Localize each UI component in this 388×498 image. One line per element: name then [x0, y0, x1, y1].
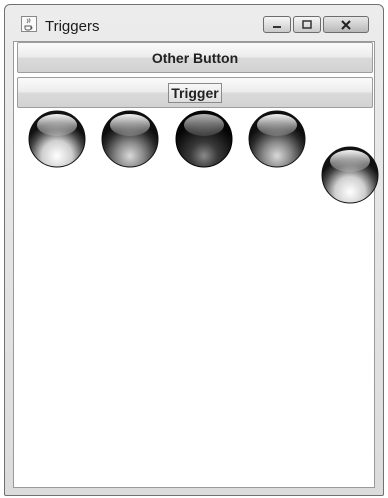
other-button[interactable]: Other Button: [17, 42, 373, 73]
trigger-button-label: Trigger: [168, 82, 222, 103]
ball-5: [321, 146, 379, 204]
minimize-button[interactable]: [263, 16, 291, 33]
maximize-icon: [302, 19, 312, 29]
maximize-button[interactable]: [293, 16, 321, 33]
trigger-button[interactable]: Trigger: [17, 77, 373, 108]
window-title: Triggers: [45, 18, 100, 35]
window-controls: [263, 16, 369, 33]
app-window: Triggers Other Button Trigger: [4, 4, 384, 496]
title-bar[interactable]: Triggers: [5, 5, 383, 39]
ball-3: [175, 110, 233, 168]
content-panel: Other Button Trigger: [13, 41, 379, 488]
minimize-icon: [273, 25, 281, 28]
close-button[interactable]: [323, 16, 369, 33]
ball-2: [101, 110, 159, 168]
other-button-label: Other Button: [151, 49, 239, 66]
ball-4: [248, 110, 306, 168]
ball-1: [28, 110, 86, 168]
java-cup-icon: [21, 16, 37, 32]
close-icon: [341, 19, 351, 30]
